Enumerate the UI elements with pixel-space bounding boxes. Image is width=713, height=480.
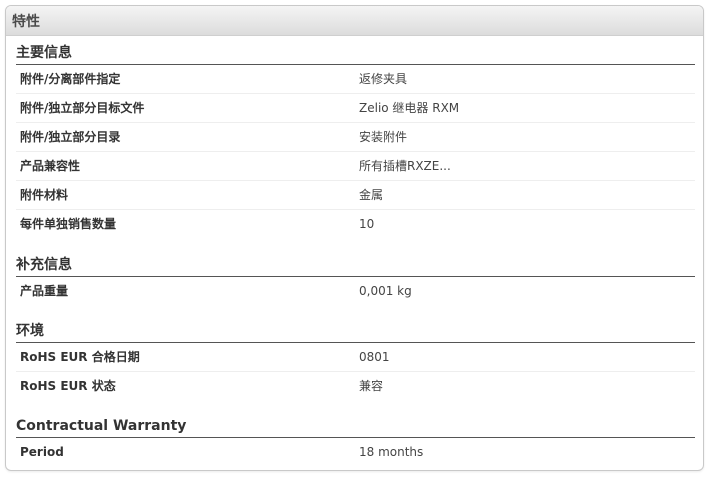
- table-row: 附件/独立部分目录 安装附件: [16, 123, 695, 152]
- row-value: 返修夹具: [359, 72, 408, 86]
- section-environment: 环境 RoHS EUR 合格日期 0801 RoHS EUR 状态 兼容: [16, 321, 695, 400]
- row-value: 兼容: [359, 379, 384, 393]
- row-value: 10: [359, 217, 375, 231]
- section-title: Contractual Warranty: [16, 416, 695, 438]
- characteristics-panel: 特性 主要信息 附件/分离部件指定 返修夹具 附件/独立部分目标文件 Zelio…: [5, 5, 704, 471]
- section-contractual-warranty: Contractual Warranty Period 18 months: [16, 416, 695, 466]
- table-row: Period 18 months: [16, 438, 695, 466]
- row-label: RoHS EUR 合格日期: [20, 350, 140, 364]
- panel-header: 特性: [6, 6, 703, 36]
- row-label: 附件/分离部件指定: [20, 72, 121, 86]
- row-value: 安装附件: [359, 130, 408, 144]
- table-row: RoHS EUR 合格日期 0801: [16, 343, 695, 372]
- row-label: 附件/独立部分目录: [20, 130, 121, 144]
- section-title: 主要信息: [16, 43, 695, 65]
- table-row: 附件材料 金属: [16, 181, 695, 210]
- row-value: 所有插槽RXZE...: [359, 159, 451, 173]
- row-label: 附件材料: [20, 188, 69, 202]
- panel-title: 特性: [12, 13, 40, 30]
- row-value: 金属: [359, 188, 384, 202]
- table-row: 附件/分离部件指定 返修夹具: [16, 65, 695, 94]
- row-label: 附件/独立部分目标文件: [20, 101, 145, 115]
- row-label: Period: [20, 445, 64, 459]
- table-row: 每件单独销售数量 10: [16, 210, 695, 238]
- row-value: Zelio 继电器 RXM: [359, 101, 460, 115]
- table-row: 附件/独立部分目标文件 Zelio 继电器 RXM: [16, 94, 695, 123]
- row-label: RoHS EUR 状态: [20, 379, 116, 393]
- table-row: RoHS EUR 状态 兼容: [16, 372, 695, 400]
- section-supplementary-info: 补充信息 产品重量 0,001 kg: [16, 255, 695, 305]
- row-value: 0,001 kg: [359, 284, 412, 298]
- row-value: 0801: [359, 350, 390, 364]
- section-title: 补充信息: [16, 255, 695, 277]
- table-row: 产品重量 0,001 kg: [16, 277, 695, 305]
- section-title: 环境: [16, 321, 695, 343]
- row-value: 18 months: [359, 445, 424, 459]
- section-main-info: 主要信息 附件/分离部件指定 返修夹具 附件/独立部分目标文件 Zelio 继电…: [16, 43, 695, 238]
- row-label: 每件单独销售数量: [20, 217, 117, 231]
- row-label: 产品重量: [20, 284, 69, 298]
- table-row: 产品兼容性 所有插槽RXZE...: [16, 152, 695, 181]
- row-label: 产品兼容性: [20, 159, 81, 173]
